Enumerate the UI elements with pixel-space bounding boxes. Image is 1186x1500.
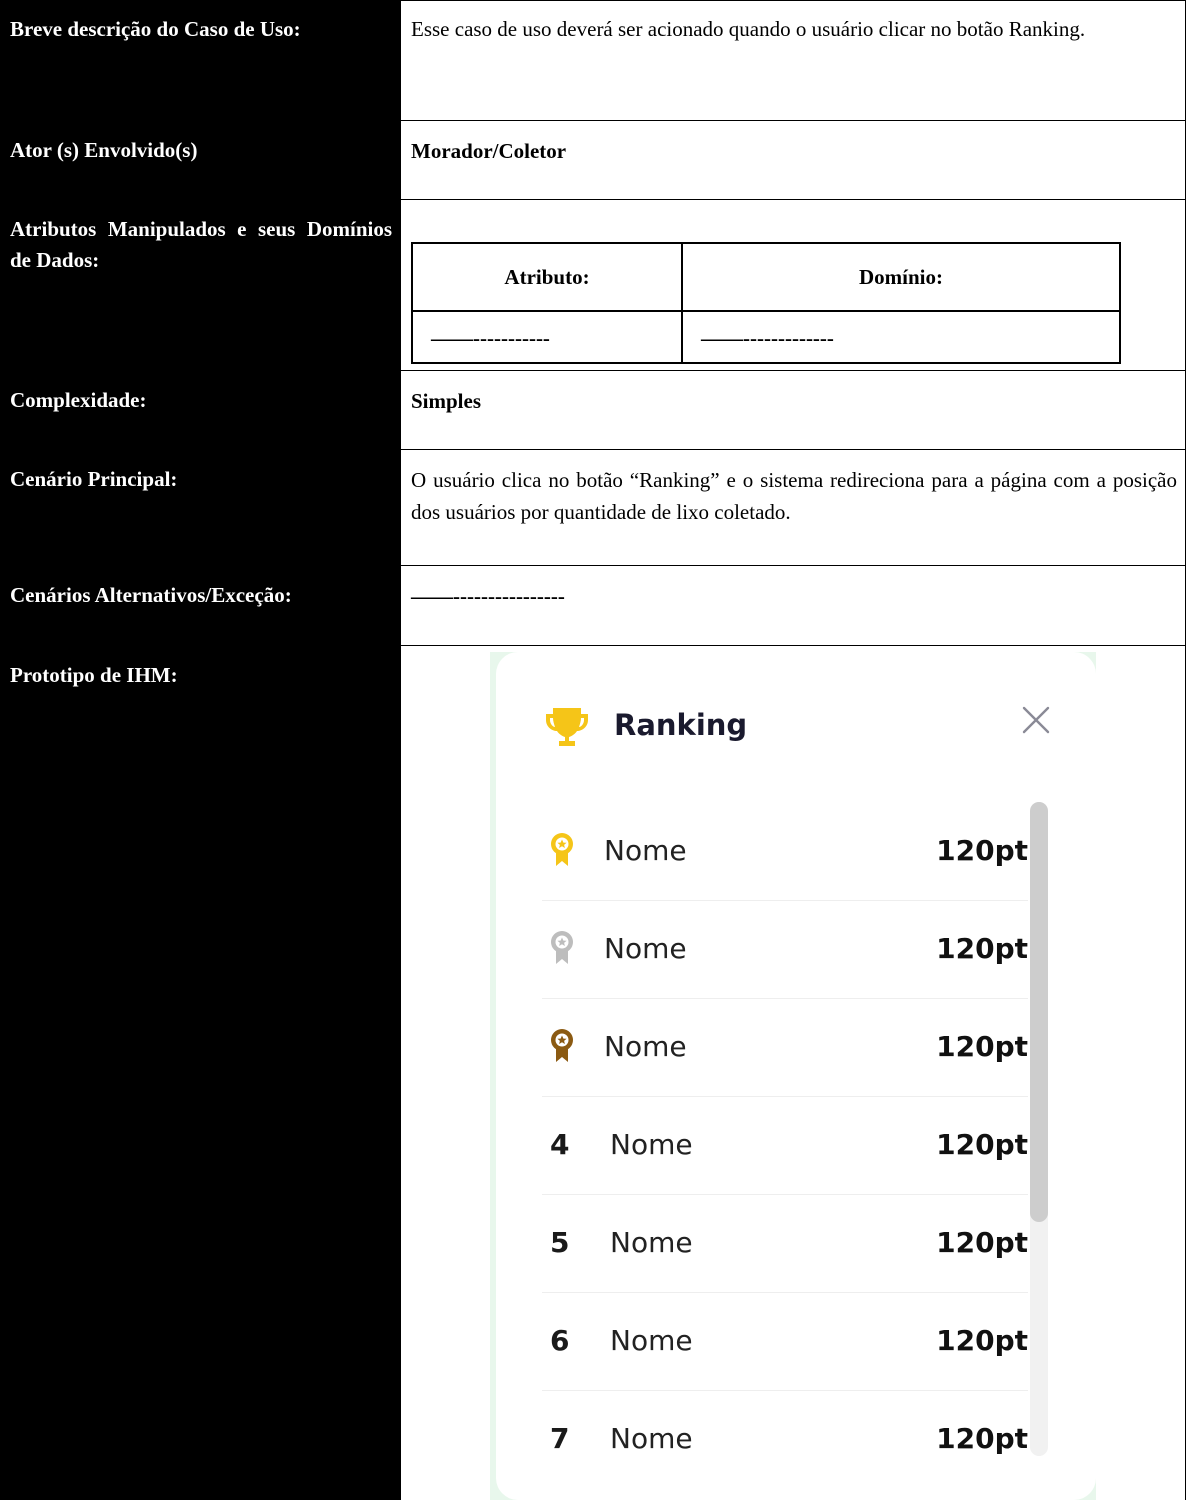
ranking-name: Nome [604, 1030, 687, 1063]
ranking-item[interactable]: Nome 120pt [542, 998, 1028, 1097]
label-ator: Ator (s) Envolvido(s) [0, 121, 400, 200]
ranking-modal: Ranking Nome 120pt Nome 120pt Nome 120pt 4 Nome… [496, 652, 1096, 1500]
ranking-item[interactable]: 4 Nome 120pt [542, 1096, 1028, 1195]
ranking-name: Nome [604, 932, 687, 965]
label-descricao: Breve descrição do Caso de Uso: [0, 0, 400, 121]
row-ator: Ator (s) Envolvido(s) Morador/Coletor [0, 121, 1186, 200]
label-prototipo: Prototipo de IHM: [0, 646, 400, 1500]
ranking-points: 120pt [936, 1030, 1028, 1063]
domain-header: Domínio: [859, 265, 943, 289]
ranking-points: 120pt [936, 1422, 1028, 1455]
value-cenarios-alternativos: ——---------------- [400, 566, 1186, 646]
row-cenarios-alternativos: Cenários Alternativos/Exceção: ——-------… [0, 566, 1186, 646]
ranking-points: 120pt [936, 1128, 1028, 1161]
ranking-list[interactable]: Nome 120pt Nome 120pt Nome 120pt 4 Nome 120pt 5 No… [496, 802, 1036, 1472]
ranking-item[interactable]: 7 Nome 120pt [542, 1390, 1028, 1472]
value-cenario-principal: O usuário clica no botão “Ranking” e o s… [400, 450, 1186, 566]
attribute-table: Atributo: Domínio: ——----------- ——-----… [411, 242, 1121, 364]
rank-number: 5 [550, 1226, 570, 1259]
ranking-name: Nome [610, 1324, 693, 1357]
row-complexidade: Complexidade: Simples [0, 371, 1186, 450]
ranking-item[interactable]: 6 Nome 120pt [542, 1292, 1028, 1391]
medal-bronze-icon [551, 1029, 573, 1062]
medal-silver-icon [551, 931, 573, 964]
ranking-item[interactable]: Nome 120pt [542, 802, 1028, 901]
medal-gold-icon [551, 833, 573, 866]
ranking-item[interactable]: Nome 120pt [542, 900, 1028, 999]
ranking-points: 120pt [936, 1226, 1028, 1259]
attribute-value: ——----------- [431, 326, 550, 350]
ranking-name: Nome [610, 1128, 693, 1161]
scrollbar[interactable] [1030, 802, 1048, 1456]
label-cenario-principal: Cenário Principal: [0, 450, 400, 566]
row-descricao: Breve descrição do Caso de Uso: Esse cas… [0, 0, 1186, 121]
value-ator: Morador/Coletor [400, 121, 1186, 200]
domain-value: ——------------- [701, 326, 834, 350]
rank-number: 7 [550, 1422, 570, 1455]
label-cenarios-alternativos: Cenários Alternativos/Exceção: [0, 566, 400, 646]
ranking-points: 120pt [936, 834, 1028, 867]
modal-header: Ranking [496, 652, 1096, 792]
trophy-icon [546, 708, 588, 746]
value-descricao: Esse caso de uso deverá ser acionado qua… [400, 0, 1186, 121]
label-complexidade: Complexidade: [0, 371, 400, 450]
row-atributos: Atributos Manipulados e seus Domínios de… [0, 200, 1186, 371]
label-atributos: Atributos Manipulados e seus Domínios de… [0, 200, 400, 371]
value-atributos: Atributo: Domínio: ——----------- ——-----… [400, 200, 1186, 371]
ranking-name: Nome [610, 1226, 693, 1259]
ranking-points: 120pt [936, 932, 1028, 965]
modal-title: Ranking [614, 708, 748, 742]
attribute-header: Atributo: [504, 265, 590, 289]
rank-number: 6 [550, 1324, 570, 1357]
rank-number: 4 [550, 1128, 570, 1161]
scrollbar-thumb[interactable] [1030, 802, 1048, 1222]
ranking-points: 120pt [936, 1324, 1028, 1357]
ranking-item[interactable]: 5 Nome 120pt [542, 1194, 1028, 1293]
ranking-name: Nome [610, 1422, 693, 1455]
ranking-prototype: Ranking Nome 120pt Nome 120pt Nome 120pt 4 Nome… [490, 652, 1096, 1500]
close-icon[interactable] [1018, 702, 1054, 738]
value-complexidade: Simples [400, 371, 1186, 450]
use-case-table: Breve descrição do Caso de Uso: Esse cas… [0, 0, 1186, 1500]
row-cenario-principal: Cenário Principal: O usuário clica no bo… [0, 450, 1186, 566]
ranking-name: Nome [604, 834, 687, 867]
